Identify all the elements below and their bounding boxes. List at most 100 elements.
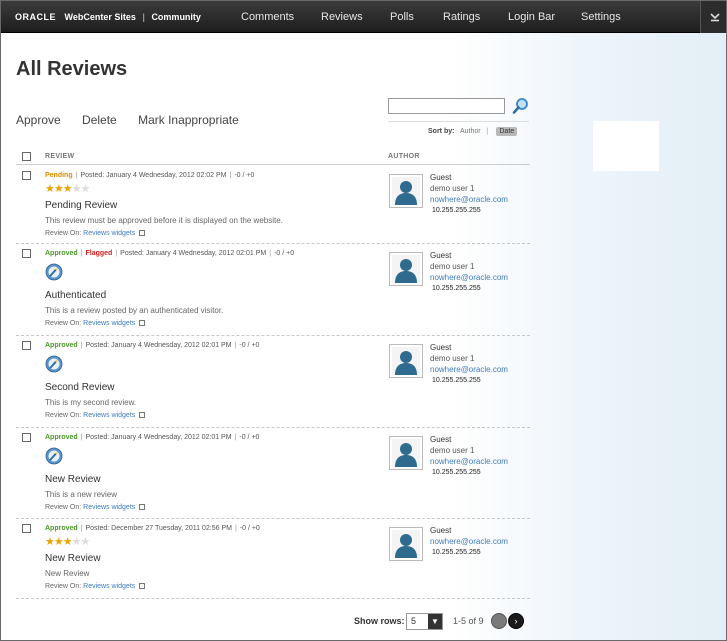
status-badge: Approved [45,525,78,532]
brand: ORACLE WebCenter Sites | Community [15,12,201,22]
review-on: Review On: Reviews widgets [45,411,146,419]
star-rating: ★★★★★ [45,536,91,548]
search-button[interactable] [512,97,530,115]
review-on-label: Review On: [45,583,82,590]
meta-separator: | [234,434,237,441]
review-checkbox[interactable] [22,433,31,442]
review-row: Approved | Posted: January 4 Wednesday, 20… [16,428,530,519]
nav-reviews[interactable]: Reviews [321,11,363,23]
author-email[interactable]: nowhere@oracle.com [430,537,508,546]
sort-separator: | [486,128,489,135]
search-icon [512,98,528,114]
mark-inappropriate-button[interactable]: Mark Inappropriate [138,113,239,127]
vote-count: -0 / +0 [239,342,260,349]
external-link-icon[interactable] [139,230,146,236]
external-link-icon[interactable] [139,412,146,418]
product-name: WebCenter Sites [64,12,136,22]
review-title: Pending Review [45,200,118,211]
star-filled-icon: ★ [53,183,64,195]
rows-per-page-value: 5 [411,616,417,626]
review-on-label: Review On: [45,230,82,237]
sort-label: Sort by: [428,128,455,135]
review-meta: Approved | Posted: January 4 Wednesday, 20… [45,434,259,441]
star-empty-icon: ★ [71,183,82,195]
review-body: This is my second review. [45,398,137,407]
review-title: New Review [45,553,101,564]
delete-button[interactable]: Delete [82,113,117,127]
rows-per-page-select[interactable]: 5 ▼ [406,613,443,630]
review-checkbox[interactable] [22,171,31,180]
vote-count: -0 / +0 [274,250,295,257]
bulk-actions: Approve Delete Mark Inappropriate [16,113,257,127]
oracle-logo: ORACLE [15,12,56,22]
top-nav-bar: ORACLE WebCenter Sites | Community Comme… [1,1,726,33]
review-title: Second Review [45,382,115,393]
review-checkbox[interactable] [22,249,31,258]
author-ip: 10.255.255.255 [432,377,481,384]
meta-separator: | [80,250,83,257]
sort-date[interactable]: Date [496,127,518,136]
search-input[interactable] [388,98,505,114]
author-ip: 10.255.255.255 [432,207,481,214]
star-filled-icon: ★ [53,536,64,548]
review-meta: Approved | Posted: December 27 Tuesday, 20… [45,525,260,532]
review-on-link[interactable]: Reviews widgets [83,412,135,419]
review-on-link[interactable]: Reviews widgets [83,230,135,237]
author-email[interactable]: nowhere@oracle.com [430,195,508,204]
section-name: Community [151,12,201,22]
status-badge: Pending [45,172,73,179]
meta-separator: | [75,172,78,179]
dropdown-caret-icon: ▼ [428,614,442,629]
review-checkbox[interactable] [22,524,31,533]
nav-ratings[interactable]: Ratings [443,11,480,23]
star-rating: ★★★★★ [45,183,90,195]
author-name: Guest [430,343,452,352]
review-on-link[interactable]: Reviews widgets [83,320,135,327]
meta-separator: | [80,342,83,349]
external-link-icon[interactable] [139,320,146,326]
author-user: demo user 1 [430,354,475,363]
side-panel [593,121,659,171]
status-badge: Approved [45,342,78,349]
previous-page-button[interactable] [491,613,507,629]
pager-range: 1-5 of 9 [453,616,484,626]
review-row: Approved | Flagged | Posted: January 4 Wedne… [16,244,530,336]
review-body: This is a review posted by an authentica… [45,306,224,315]
star-empty-icon: ★ [80,536,91,548]
sort-controls: Sort by: Author | Date [428,127,518,136]
arrow-right-icon: › [514,616,518,626]
approve-button[interactable]: Approve [16,113,61,127]
posted-date: Posted: January 4 Wednesday, 2012 02:01 … [85,434,232,441]
review-body: This is a new review [45,490,118,499]
review-on: Review On: Reviews widgets [45,503,146,511]
brand-separator: | [142,12,145,22]
review-on-link[interactable]: Reviews widgets [83,504,135,511]
collapse-button[interactable] [700,1,726,33]
select-all-checkbox[interactable] [22,152,31,161]
review-on-link[interactable]: Reviews widgets [83,583,135,590]
next-page-button[interactable]: › [508,613,524,629]
review-on-label: Review On: [45,412,82,419]
author-email[interactable]: nowhere@oracle.com [430,273,508,282]
status-badge: Approved [45,250,78,257]
author-ip: 10.255.255.255 [432,285,481,292]
external-link-icon[interactable] [139,583,146,589]
author-email[interactable]: nowhere@oracle.com [430,365,508,374]
author-name: Guest [430,435,452,444]
meta-separator: | [115,250,118,257]
sort-author[interactable]: Author [460,128,481,135]
search-divider [388,121,529,122]
review-checkbox[interactable] [22,341,31,350]
external-link-icon[interactable] [139,504,146,510]
nav-settings[interactable]: Settings [581,11,621,23]
nav-comments[interactable]: Comments [241,11,294,23]
vote-count: -0 / +0 [239,434,260,441]
nav-login-bar[interactable]: Login Bar [508,11,555,23]
author-email[interactable]: nowhere@oracle.com [430,457,508,466]
posted-date: Posted: December 27 Tuesday, 2011 02:56 … [85,525,232,532]
star-filled-icon: ★ [62,536,73,548]
avatar [389,527,423,561]
nav-polls[interactable]: Polls [390,11,414,23]
authenticated-user-icon [45,447,63,465]
meta-separator: | [80,525,83,532]
